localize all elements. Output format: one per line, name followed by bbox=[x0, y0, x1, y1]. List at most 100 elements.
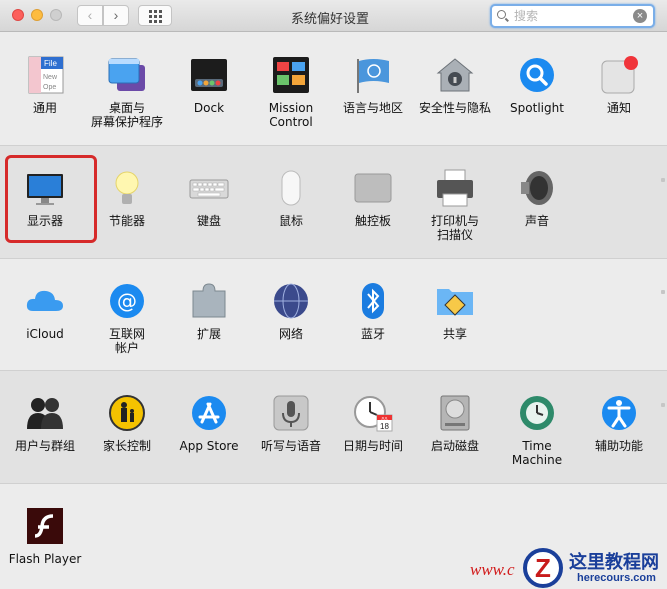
pane-app-store[interactable]: App Store bbox=[168, 393, 250, 453]
pane-time-machine[interactable]: Time Machine bbox=[496, 393, 578, 467]
pane-label: 声音 bbox=[524, 214, 549, 228]
pane-parental-controls[interactable]: 家长控制 bbox=[86, 393, 168, 453]
watermark-url: herecours.com bbox=[577, 572, 656, 584]
pane-label: 语言与地区 bbox=[342, 101, 403, 115]
pane-accessibility[interactable]: 辅助功能 bbox=[578, 393, 660, 453]
network-globe-icon bbox=[271, 281, 311, 321]
pane-label: Time Machine bbox=[511, 439, 563, 467]
watermark-logo-icon: Z bbox=[523, 548, 563, 588]
pane-bluetooth[interactable]: 蓝牙 bbox=[332, 281, 414, 341]
hardware-section: 显示器 节能器 键盘 鼠标 触控板 打印机与 扫描仪 声音 bbox=[0, 145, 667, 258]
pane-label: 扩展 bbox=[196, 327, 221, 341]
pane-label: 触控板 bbox=[354, 214, 391, 228]
scroll-indicator bbox=[661, 178, 665, 182]
general-icon-new: New bbox=[43, 74, 58, 81]
pane-label: 日期与时间 bbox=[342, 439, 403, 453]
pane-extensions[interactable]: 扩展 bbox=[168, 281, 250, 341]
search-input[interactable] bbox=[514, 8, 624, 24]
pane-security-privacy[interactable]: 安全性与隐私 bbox=[414, 55, 496, 115]
zoom-window-button[interactable] bbox=[50, 9, 62, 21]
svg-text:@: @ bbox=[117, 289, 137, 313]
pane-spotlight[interactable]: Spotlight bbox=[496, 55, 578, 115]
hard-disk-icon bbox=[435, 393, 475, 433]
system-section: 用户与群组 家长控制 App Store 听写与语音 JUL 18 日期与时间 … bbox=[0, 370, 667, 483]
desktop-screensaver-icon bbox=[107, 55, 147, 95]
back-button[interactable]: ‹ bbox=[77, 5, 103, 26]
pane-label: 听写与语音 bbox=[260, 439, 321, 453]
sharing-folder-icon bbox=[435, 281, 475, 321]
notifications-icon bbox=[599, 55, 639, 95]
dock-icon bbox=[189, 55, 229, 95]
pane-label: iCloud bbox=[26, 327, 64, 341]
pane-label: 安全性与隐私 bbox=[418, 101, 491, 115]
pane-label: 互联网 帐户 bbox=[108, 327, 145, 355]
pane-label: 家长控制 bbox=[102, 439, 151, 453]
scroll-indicator bbox=[661, 403, 665, 407]
pane-label: 启动磁盘 bbox=[430, 439, 479, 453]
watermark: www.c Z 这里教程网 herecours.com bbox=[470, 548, 667, 589]
pane-label: 键盘 bbox=[196, 214, 221, 228]
clock-calendar-icon: JUL 18 bbox=[353, 393, 393, 433]
mission-control-icon bbox=[271, 55, 311, 95]
search-field[interactable]: × bbox=[490, 4, 655, 28]
pane-startup-disk[interactable]: 启动磁盘 bbox=[414, 393, 496, 453]
pane-network[interactable]: 网络 bbox=[250, 281, 332, 341]
pane-mission-control[interactable]: Mission Control bbox=[250, 55, 332, 129]
pane-language-region[interactable]: 语言与地区 bbox=[332, 55, 414, 115]
microphone-icon bbox=[271, 393, 311, 433]
pane-desktop-screensaver[interactable]: 桌面与 屏幕保护程序 bbox=[86, 55, 168, 129]
app-store-icon bbox=[189, 393, 229, 433]
general-icon: File New Ope bbox=[25, 55, 65, 95]
pane-label: Spotlight bbox=[510, 101, 564, 115]
lightbulb-icon bbox=[107, 168, 147, 208]
mouse-icon bbox=[271, 168, 311, 208]
users-icon bbox=[25, 393, 65, 433]
title-bar: ‹ › 系统偏好设置 × bbox=[0, 0, 667, 32]
pane-label: 辅助功能 bbox=[594, 439, 643, 453]
pane-internet-accounts[interactable]: @ 互联网 帐户 bbox=[86, 281, 168, 355]
time-machine-icon bbox=[517, 393, 557, 433]
pane-trackpad[interactable]: 触控板 bbox=[332, 168, 414, 228]
pane-dock[interactable]: Dock bbox=[168, 55, 250, 115]
keyboard-icon bbox=[189, 168, 229, 208]
pane-energy-saver[interactable]: 节能器 bbox=[86, 168, 168, 228]
puzzle-piece-icon bbox=[189, 281, 229, 321]
bluetooth-icon bbox=[353, 281, 393, 321]
parental-controls-icon bbox=[107, 393, 147, 433]
icloud-icon bbox=[25, 281, 65, 321]
scroll-indicator bbox=[661, 290, 665, 294]
pane-label: 网络 bbox=[278, 327, 303, 341]
pane-mouse[interactable]: 鼠标 bbox=[250, 168, 332, 228]
pane-users-groups[interactable]: 用户与群组 bbox=[4, 393, 86, 453]
calendar-day: 18 bbox=[380, 422, 389, 431]
accessibility-icon bbox=[599, 393, 639, 433]
show-all-grid-button[interactable] bbox=[138, 5, 172, 26]
house-lock-icon bbox=[435, 55, 475, 95]
pane-dictation-speech[interactable]: 听写与语音 bbox=[250, 393, 332, 453]
un-flag-icon bbox=[353, 55, 393, 95]
pane-notifications[interactable]: 通知 bbox=[578, 55, 660, 115]
pane-label: 共享 bbox=[442, 327, 467, 341]
general-icon-ope: Ope bbox=[43, 84, 56, 91]
displays-highlight-frame bbox=[5, 155, 97, 243]
pane-flash-player[interactable]: Flash Player bbox=[4, 506, 86, 566]
pane-icloud[interactable]: iCloud bbox=[4, 281, 86, 341]
close-window-button[interactable] bbox=[12, 9, 24, 21]
pane-label: 用户与群组 bbox=[14, 439, 75, 453]
forward-button[interactable]: › bbox=[103, 5, 129, 26]
spotlight-icon bbox=[517, 55, 557, 95]
pane-general[interactable]: File New Ope 通用 bbox=[4, 55, 86, 115]
pane-label: Flash Player bbox=[8, 552, 82, 566]
printer-icon bbox=[435, 168, 475, 208]
minimize-window-button[interactable] bbox=[31, 9, 43, 21]
clear-search-icon[interactable]: × bbox=[633, 9, 647, 23]
pane-label: 鼠标 bbox=[278, 214, 303, 228]
pane-keyboard[interactable]: 键盘 bbox=[168, 168, 250, 228]
pane-sharing[interactable]: 共享 bbox=[414, 281, 496, 341]
pane-sound[interactable]: 声音 bbox=[496, 168, 578, 228]
pane-date-time[interactable]: JUL 18 日期与时间 bbox=[332, 393, 414, 453]
pane-printers-scanners[interactable]: 打印机与 扫描仪 bbox=[414, 168, 496, 242]
pane-label: 通用 bbox=[32, 101, 57, 115]
pane-label: Dock bbox=[193, 101, 225, 115]
at-sign-icon: @ bbox=[107, 281, 147, 321]
